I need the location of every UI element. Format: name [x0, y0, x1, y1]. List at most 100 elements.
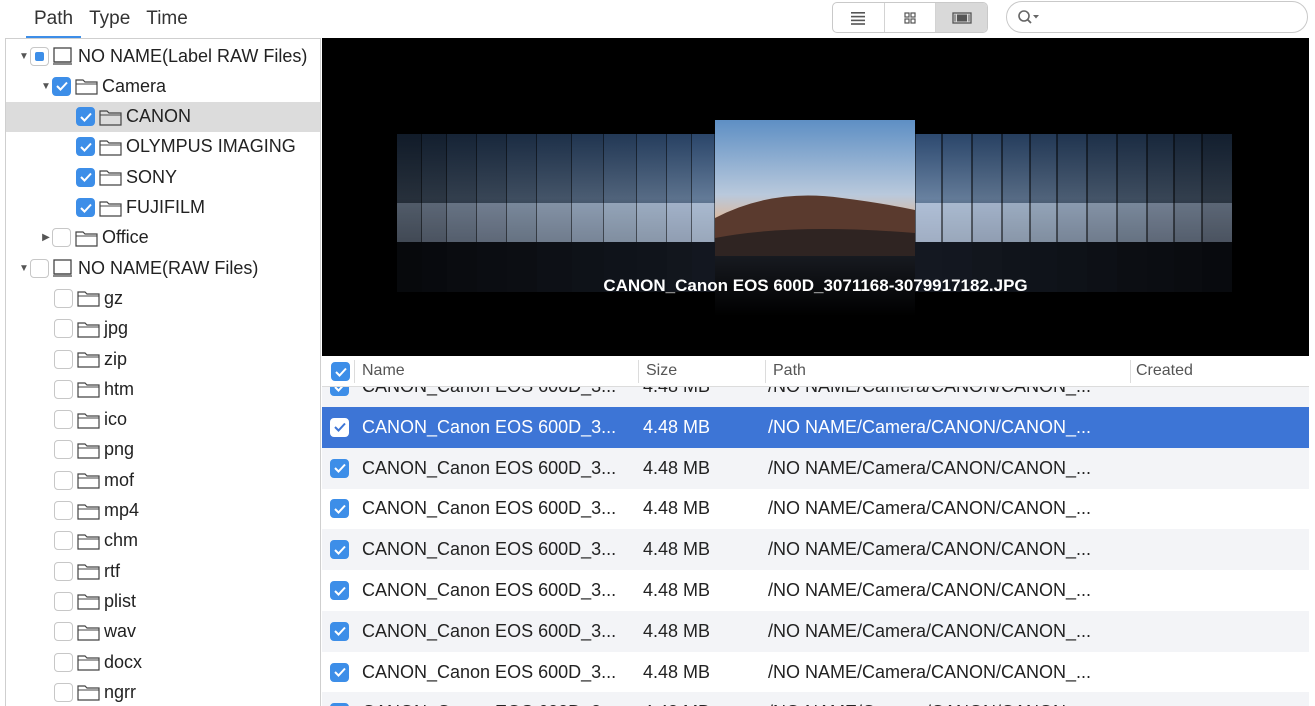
tree-item[interactable]: chm	[6, 526, 320, 556]
tree-item[interactable]: SONY	[6, 162, 320, 192]
row-checkbox[interactable]	[330, 621, 349, 641]
coverflow-thumbnail[interactable]	[1086, 134, 1117, 292]
coverflow-thumbnail[interactable]	[941, 134, 972, 292]
row-checkbox[interactable]	[330, 581, 349, 600]
tree-item[interactable]: png	[6, 435, 320, 465]
tree-item-checkbox[interactable]	[54, 319, 73, 339]
coverflow-thumbnail[interactable]	[692, 134, 716, 292]
tree-item[interactable]: ▼ Camera	[6, 71, 320, 101]
coverflow-preview[interactable]: CANON_Canon EOS 600D_3071168-3079917182.…	[322, 38, 1309, 356]
tab-type[interactable]: Type	[81, 6, 138, 39]
column-header-path[interactable]: Path	[773, 362, 806, 380]
tree-item-checkbox[interactable]	[54, 349, 73, 369]
coverflow-thumbnail[interactable]	[572, 134, 605, 292]
tree-item[interactable]: zip	[6, 344, 320, 374]
row-checkbox[interactable]	[330, 499, 349, 519]
column-header-size[interactable]: Size	[646, 362, 677, 380]
tree-item-checkbox[interactable]	[54, 440, 73, 460]
row-checkbox[interactable]	[330, 540, 349, 560]
tree-item-checkbox[interactable]	[54, 379, 73, 399]
tree-item[interactable]: ▶ Office	[6, 223, 320, 253]
table-row[interactable]: CANON_Canon EOS 600D_3... 4.48 MB/NO NAME…	[322, 406, 1309, 448]
table-row[interactable]: CANON_Canon EOS 600D_3... 4.48 MB/NO NAME…	[322, 610, 1309, 652]
tree-item-checkbox[interactable]	[76, 137, 95, 157]
coverflow-thumbnail[interactable]	[637, 134, 668, 292]
tree-item-checkbox[interactable]	[54, 622, 73, 642]
search-field[interactable]	[1006, 1, 1308, 33]
tree-item-checkbox[interactable]	[54, 501, 73, 520]
checkmark-icon	[333, 586, 346, 596]
table-row[interactable]: CANON_Canon EOS 600D_3... 4.48 MB/NO NAME…	[322, 652, 1309, 693]
table-row[interactable]: CANON_Canon EOS 600D_3... 4.48 MB/NO NAME…	[322, 447, 1309, 489]
tree-item-checkbox[interactable]	[76, 198, 95, 217]
tree-item[interactable]: htm	[6, 374, 320, 404]
coverflow-thumbnail[interactable]	[1029, 134, 1057, 292]
tree-item[interactable]: ▼ NO NAME(Label RAW Files)	[6, 41, 320, 71]
tree-item[interactable]: jpg	[6, 314, 320, 344]
grid-view-button[interactable]	[885, 3, 937, 32]
coverflow-thumbnail[interactable]	[507, 134, 538, 292]
coverflow-thumbnail[interactable]	[1001, 134, 1030, 292]
tree-item-checkbox[interactable]	[54, 470, 73, 490]
tree-item-checkbox[interactable]	[54, 531, 73, 551]
coverflow-thumbnail[interactable]	[1056, 134, 1087, 292]
tree-item-checkbox[interactable]	[54, 410, 73, 430]
tree-item-checkbox[interactable]	[54, 682, 73, 702]
coverflow-thumbnail[interactable]	[1146, 134, 1174, 292]
coverflow-thumbnail[interactable]	[914, 134, 942, 292]
coverflow-thumbnail[interactable]	[422, 134, 448, 292]
tree-item[interactable]: mof	[6, 465, 320, 495]
column-header-name[interactable]: Name	[362, 362, 405, 380]
coverflow-thumbnail[interactable]	[447, 134, 478, 292]
tree-item[interactable]: FUJIFILM	[6, 193, 320, 223]
tree-item[interactable]: wav	[6, 617, 320, 647]
coverflow-thumbnail[interactable]	[1201, 134, 1232, 292]
column-header-created[interactable]: Created	[1136, 362, 1193, 380]
coverflow-thumbnail[interactable]	[1116, 134, 1147, 292]
tree-item[interactable]: docx	[6, 647, 320, 677]
table-row[interactable]: CANON_Canon EOS 600D_3... 4.48 MB/NO NAME…	[322, 529, 1309, 571]
coverflow-thumbnail[interactable]	[667, 134, 693, 292]
tree-item[interactable]: plist	[6, 586, 320, 616]
coverflow-thumbnail[interactable]	[1173, 134, 1202, 292]
tree-item-checkbox[interactable]	[54, 561, 73, 581]
tree-item[interactable]: ico	[6, 405, 320, 435]
tree-item[interactable]: OLYMPUS IMAGING	[6, 132, 320, 162]
tree-item-checkbox[interactable]	[76, 167, 95, 187]
tree-item-checkbox[interactable]	[52, 76, 71, 96]
tree-item-checkbox[interactable]	[54, 652, 73, 672]
disclosure-open-icon[interactable]: ▼	[18, 50, 30, 62]
select-all-checkbox[interactable]	[331, 362, 350, 381]
table-row[interactable]: CANON_Canon EOS 600D_3... 4.48 MB/NO NAME…	[322, 570, 1309, 611]
coverflow-view-button[interactable]	[936, 3, 987, 32]
table-row[interactable]: CANON_Canon EOS 600D_3... 4.48 MB/NO NAME…	[322, 488, 1309, 529]
coverflow-thumbnail[interactable]	[537, 134, 573, 292]
row-checkbox[interactable]	[330, 417, 349, 437]
tree-item-checkbox[interactable]	[30, 258, 49, 278]
coverflow-thumbnail[interactable]	[604, 134, 638, 292]
tree-item[interactable]: rtf	[6, 556, 320, 586]
tree-item[interactable]: gz	[6, 283, 320, 313]
tree-item[interactable]: ▼ NO NAME(RAW Files)	[6, 253, 320, 283]
coverflow-thumbnail[interactable]	[971, 134, 1002, 292]
tree-item-checkbox[interactable]	[76, 107, 95, 127]
tab-path[interactable]: Path	[26, 6, 82, 39]
coverflow-thumbnail[interactable]	[477, 134, 508, 292]
tree-item[interactable]: CANON	[6, 101, 320, 132]
search-input[interactable]	[1045, 8, 1307, 26]
row-checkbox[interactable]	[330, 458, 349, 478]
tree-item-checkbox[interactable]	[54, 591, 73, 611]
disclosure-open-icon[interactable]: ▼	[40, 80, 52, 92]
tree-item[interactable]: mp4	[6, 496, 320, 526]
table-row[interactable]: CANON_Canon EOS 600D_3... 4.48 MB/NO NAME…	[322, 692, 1309, 706]
row-checkbox[interactable]	[330, 662, 349, 682]
disclosure-closed-icon[interactable]: ▶	[40, 232, 52, 244]
list-view-button[interactable]	[833, 3, 885, 32]
coverflow-thumbnail[interactable]	[397, 134, 423, 292]
tree-item-checkbox[interactable]	[30, 46, 49, 66]
tree-item-checkbox[interactable]	[54, 288, 73, 308]
disclosure-open-icon[interactable]: ▼	[18, 262, 30, 274]
tab-time[interactable]: Time	[138, 6, 196, 39]
tree-item-checkbox[interactable]	[52, 228, 71, 248]
tree-item[interactable]: ngrr	[6, 677, 320, 706]
